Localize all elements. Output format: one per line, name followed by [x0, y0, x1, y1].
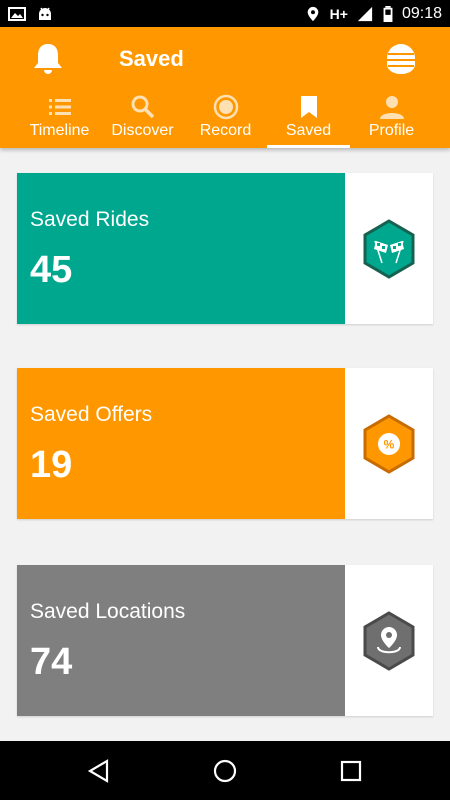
- back-icon[interactable]: [86, 758, 112, 784]
- tab-profile[interactable]: Profile: [350, 89, 433, 148]
- bookmark-icon: [300, 96, 317, 118]
- tab-timeline-label: Timeline: [29, 122, 90, 139]
- saved-locations-panel: Saved Locations 74: [17, 565, 345, 716]
- tab-discover-label: Discover: [111, 122, 174, 139]
- record-icon: [213, 94, 238, 120]
- saved-offers-card[interactable]: Saved Offers 19 %: [17, 368, 433, 519]
- location-status-icon: [307, 6, 318, 21]
- network-type: H+: [329, 5, 348, 22]
- svg-text:%: %: [384, 438, 395, 452]
- checkered-flags-icon: [363, 219, 415, 279]
- saved-offers-count: 19: [30, 444, 73, 486]
- search-icon: [131, 95, 154, 119]
- tab-saved-label: Saved: [285, 122, 332, 139]
- person-icon: [379, 96, 404, 119]
- status-bar: H+ 09:18: [0, 0, 450, 27]
- saved-offers-label: Saved Offers: [30, 403, 153, 426]
- tab-record[interactable]: Record: [184, 89, 267, 148]
- page-title: Saved: [119, 46, 184, 71]
- system-navigation-bar: [0, 741, 450, 800]
- tab-timeline[interactable]: Timeline: [18, 89, 101, 148]
- location-pin-icon: [363, 611, 415, 671]
- clock: 09:18: [401, 4, 442, 22]
- saved-rides-card[interactable]: Saved Rides 45: [17, 173, 433, 324]
- signal-icon: [357, 6, 373, 21]
- saved-rides-panel: Saved Rides 45: [17, 173, 345, 324]
- saved-locations-card[interactable]: Saved Locations 74: [17, 565, 433, 716]
- saved-rides-label: Saved Rides: [30, 208, 150, 231]
- helmet-avatar-icon[interactable]: [383, 40, 419, 76]
- tab-bar: Timeline Discover Record Saved Profile: [0, 89, 450, 148]
- saved-locations-label: Saved Locations: [30, 600, 186, 623]
- saved-rides-count: 45: [30, 249, 73, 291]
- tab-profile-label: Profile: [368, 122, 415, 139]
- list-icon: [48, 99, 71, 115]
- bell-icon[interactable]: [30, 41, 66, 77]
- home-icon[interactable]: [212, 758, 238, 784]
- percent-badge-icon: %: [363, 414, 415, 474]
- tab-saved[interactable]: Saved: [267, 89, 350, 148]
- saved-locations-count: 74: [30, 641, 73, 683]
- app-bar: Saved Timeline Discover Record Saved Pro…: [0, 27, 450, 148]
- saved-offers-panel: Saved Offers 19: [17, 368, 345, 519]
- image-notification-icon: [8, 6, 26, 21]
- recent-apps-icon[interactable]: [338, 758, 364, 784]
- tab-record-label: Record: [199, 122, 252, 139]
- tab-discover[interactable]: Discover: [101, 89, 184, 148]
- battery-icon: [383, 5, 393, 22]
- android-notification-icon: [39, 7, 51, 20]
